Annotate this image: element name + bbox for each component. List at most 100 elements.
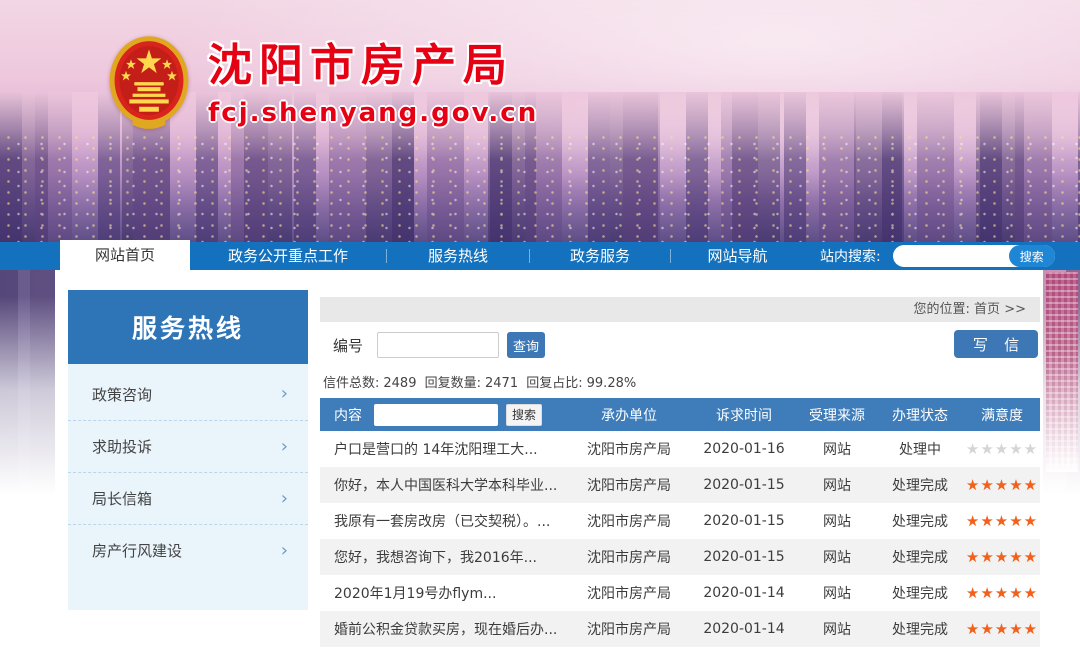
letter-query-row: 编号 查询 写 信 [320, 330, 1040, 360]
letter-date: 2020-01-14 [703, 621, 785, 637]
letter-date: 2020-01-16 [703, 441, 785, 457]
breadcrumb-home-link[interactable]: 首页 [974, 302, 1000, 317]
nav-tabs: 网站首页 政务公开重点工作 服务热线 政务服务 网站导航 [60, 240, 804, 272]
star-icon: ★ [1023, 549, 1039, 565]
star-icon: ★ [965, 441, 981, 457]
letter-content-link[interactable]: 你好，本人中国医科大学本科毕业... [320, 475, 568, 495]
star-icon: ★ [994, 585, 1010, 601]
letter-status: 处理完成 [892, 586, 948, 602]
site-url: fcj.shenyang.gov.cn [208, 98, 539, 129]
star-icon: ★ [1023, 441, 1039, 457]
nav-tab-2[interactable]: 服务热线 [387, 242, 529, 270]
satisfaction-stars: ★★★★★ [964, 586, 1040, 601]
star-icon: ★ [994, 441, 1010, 457]
sidebar-item-label: 求助投诉 [92, 438, 153, 456]
letter-content-link[interactable]: 婚前公积金贷款买房，现在婚后办... [320, 619, 568, 639]
table-row[interactable]: 户口是营口的 14年沈阳理工大... 沈阳市房产局 2020-01-16 网站 处理中 ★… [320, 431, 1040, 467]
letter-content-link[interactable]: 我原有一套房改房（已交契税）。... [320, 511, 568, 531]
star-icon: ★ [965, 549, 981, 565]
content-panel: 服务热线 政策咨询 › 求助投诉 › 局长信箱 › 房产行风建设 › 您的位置: 首页 >> … [55, 270, 1043, 654]
satisfaction-stars: ★★★★★ [964, 622, 1040, 637]
column-status: 办理状态 [892, 407, 948, 424]
star-icon: ★ [965, 621, 981, 637]
letter-status: 处理完成 [892, 622, 948, 638]
letter-unit: 沈阳市房产局 [587, 478, 671, 494]
sidebar-menu: 政策咨询 › 求助投诉 › 局长信箱 › 房产行风建设 › [68, 364, 308, 610]
site-header: 沈阳市房产局 fcj.shenyang.gov.cn [0, 0, 1080, 242]
site-title: 沈阳市房产局 [208, 40, 514, 91]
letter-source: 网站 [823, 478, 851, 494]
star-icon: ★ [980, 477, 995, 493]
sidebar-title: 服务热线 [68, 290, 308, 364]
star-icon: ★ [994, 477, 1010, 493]
sidebar-item-label: 局长信箱 [92, 490, 153, 508]
column-date: 诉求时间 [716, 407, 772, 424]
star-icon: ★ [980, 621, 995, 637]
letter-date: 2020-01-15 [703, 549, 785, 565]
letter-content-link[interactable]: 您好，我想咨询下，我2016年... [320, 547, 568, 567]
sidebar-item-0[interactable]: 政策咨询 › [68, 368, 308, 420]
main-content: 您的位置: 首页 >> 编号 查询 写 信 信件总数: 2489 回复数量: 247… [320, 270, 1040, 654]
satisfaction-stars: ★★★★★ [964, 478, 1040, 493]
star-icon: ★ [1023, 477, 1039, 493]
sidebar-item-2[interactable]: 局长信箱 › [68, 472, 308, 524]
stats-reply-value: 2471 [485, 376, 519, 391]
site-search-label: 站内搜索: [820, 249, 881, 265]
content-search-button[interactable]: 搜索 [506, 403, 542, 426]
table-row[interactable]: 你好，本人中国医科大学本科毕业... 沈阳市房产局 2020-01-15 网站 处理完成… [320, 467, 1040, 503]
letters-table: 内容 搜索 承办单位 诉求时间 受理来源 办理状态 满意度 户口是营口的 14年… [320, 398, 1040, 654]
star-icon: ★ [1009, 585, 1024, 601]
stats-total-label: 信件总数: [323, 376, 380, 391]
stats-total-value: 2489 [383, 376, 417, 391]
letter-source: 网站 [823, 622, 851, 638]
city-lights-decoration [0, 132, 1080, 242]
table-row[interactable]: 我16年买的房子，用个人公积金...沈阳市房产局2020-01-14网站处理完成… [320, 647, 1040, 654]
letter-unit: 沈阳市房产局 [587, 514, 671, 530]
letter-source: 网站 [823, 586, 851, 602]
brand-text: 沈阳市房产局 fcj.shenyang.gov.cn [208, 34, 538, 128]
content-search-input[interactable] [374, 403, 498, 426]
table-row[interactable]: 2020年1月19号办flym... 沈阳市房产局 2020-01-14 网站 处理完成… [320, 575, 1040, 611]
satisfaction-stars: ★★★★★ [964, 442, 1040, 457]
letters-table-body: 户口是营口的 14年沈阳理工大... 沈阳市房产局 2020-01-16 网站 处理中 ★… [320, 431, 1040, 654]
write-letter-button[interactable]: 写 信 [954, 330, 1038, 358]
nav-tab-1[interactable]: 政务公开重点工作 [190, 242, 386, 270]
sidebar-item-1[interactable]: 求助投诉 › [68, 420, 308, 472]
sidebar-item-3[interactable]: 房产行风建设 › [68, 524, 308, 576]
nav-tab-0[interactable]: 网站首页 [60, 240, 190, 272]
site-search-button[interactable]: 搜索 [1008, 245, 1055, 267]
star-icon: ★ [965, 477, 981, 493]
letter-stats: 信件总数: 2489 回复数量: 2471 回复占比: 99.28% [320, 372, 1040, 391]
letter-unit: 沈阳市房产局 [587, 550, 671, 566]
letter-content-link[interactable]: 户口是营口的 14年沈阳理工大... [320, 439, 568, 459]
table-row[interactable]: 婚前公积金贷款买房，现在婚后办... 沈阳市房产局 2020-01-14 网站 处理完成… [320, 611, 1040, 647]
stats-ratio-label: 回复占比: [526, 376, 583, 391]
star-icon: ★ [1009, 441, 1024, 457]
site-search: 站内搜索: 搜索 [820, 245, 1055, 267]
star-icon: ★ [994, 621, 1010, 637]
star-icon: ★ [965, 585, 981, 601]
table-row[interactable]: 您好，我想咨询下，我2016年... 沈阳市房产局 2020-01-15 网站 处理完成… [320, 539, 1040, 575]
query-button[interactable]: 查询 [507, 332, 546, 358]
stats-reply-label: 回复数量: [424, 376, 482, 391]
letter-unit: 沈阳市房产局 [587, 622, 671, 638]
satisfaction-stars: ★★★★★ [964, 550, 1040, 565]
letter-id-input[interactable] [377, 332, 500, 358]
letter-source: 网站 [823, 550, 851, 566]
nav-tab-4[interactable]: 网站导航 [671, 242, 804, 270]
nav-tab-3[interactable]: 政务服务 [530, 242, 670, 270]
column-source: 受理来源 [809, 407, 865, 424]
background-building-decoration [1046, 272, 1078, 472]
star-icon: ★ [1023, 513, 1039, 529]
letter-content-link[interactable]: 2020年1月19号办flym... [320, 583, 568, 603]
star-icon: ★ [980, 441, 995, 457]
page: 沈阳市房产局 fcj.shenyang.gov.cn 网站首页 政务公开重点工作服… [0, 0, 1080, 654]
sidebar: 服务热线 政策咨询 › 求助投诉 › 局长信箱 › 房产行风建设 › [68, 290, 308, 610]
letter-status: 处理完成 [892, 514, 948, 530]
letter-unit: 沈阳市房产局 [587, 442, 671, 458]
table-row[interactable]: 我原有一套房改房（已交契税）。... 沈阳市房产局 2020-01-15 网站 处理完成… [320, 503, 1040, 539]
chevron-right-icon: › [280, 383, 288, 404]
letter-date: 2020-01-15 [703, 513, 785, 529]
breadcrumb: 您的位置: 首页 >> [320, 297, 1040, 322]
column-unit: 承办单位 [601, 407, 657, 424]
